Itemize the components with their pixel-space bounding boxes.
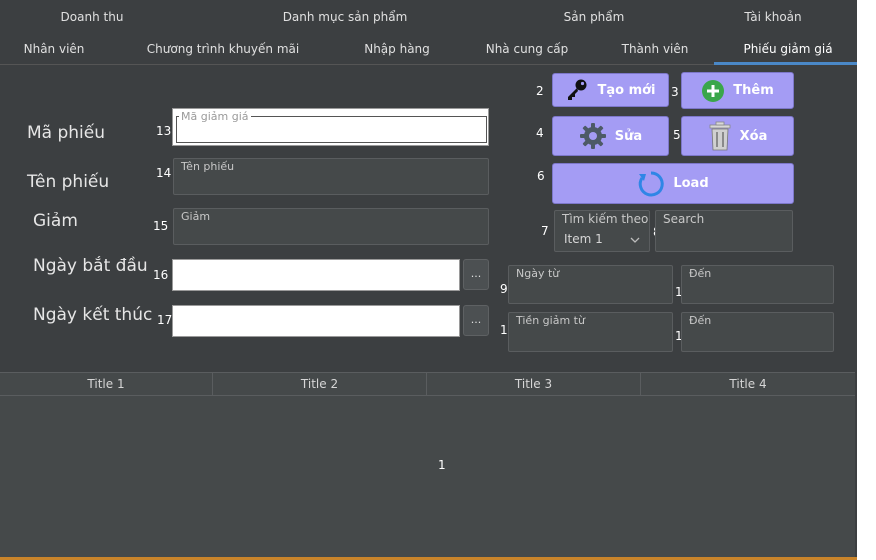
table-body[interactable]: 1 — [0, 396, 855, 560]
ten-phieu-caption: Tên phiếu — [181, 160, 235, 173]
index-6: 6 — [537, 169, 545, 183]
tien-giam-tu-field[interactable]: Tiền giảm từ — [508, 312, 673, 352]
tab-nhan-vien[interactable]: Nhân viên — [14, 42, 94, 56]
search-by-combobox[interactable]: Tìm kiếm theo Item 1 — [554, 210, 650, 252]
tab-san-pham[interactable]: Sản phẩm — [549, 10, 639, 24]
index-3: 3 — [671, 85, 679, 99]
tab-chuong-trinh-khuyen-mai[interactable]: Chương trình khuyến mãi — [138, 42, 308, 56]
tien-den-caption: Đến — [689, 314, 712, 327]
search-caption: Search — [663, 212, 705, 226]
search-by-value: Item 1 — [564, 232, 603, 246]
index-14: 14 — [156, 166, 172, 180]
search-field[interactable]: Search — [655, 210, 793, 252]
ten-phieu-field[interactable]: Tên phiếu — [173, 158, 489, 195]
refresh-icon — [637, 170, 665, 198]
ngay-tu-field[interactable]: Ngày từ — [508, 265, 673, 304]
tao-moi-button[interactable]: Tạo mới — [552, 73, 669, 107]
ngay-ket-thuc-input[interactable] — [172, 305, 460, 337]
gear-icon — [579, 122, 607, 150]
trash-icon — [708, 121, 732, 151]
label-ngay-ket-thuc: Ngày kết thúc — [33, 305, 153, 325]
tab-doanh-thu[interactable]: Doanh thu — [52, 10, 132, 24]
sua-label: Sửa — [614, 128, 643, 144]
chevron-down-icon — [629, 231, 641, 250]
tab-thanh-vien[interactable]: Thành viên — [610, 42, 700, 56]
tab-nha-cung-cap[interactable]: Nhà cung cấp — [477, 42, 577, 56]
plus-circle-icon — [701, 79, 725, 103]
load-label: Load — [673, 176, 709, 191]
ma-phieu-field[interactable]: Mã giảm giá — [172, 108, 489, 146]
column-header-title-3[interactable]: Title 3 — [427, 373, 641, 395]
index-17: 17 — [157, 313, 173, 327]
ngay-den-caption: Đến — [689, 267, 712, 280]
label-ma-phieu: Mã phiếu — [27, 123, 106, 143]
index-16: 16 — [153, 268, 169, 282]
selected-tab-indicator — [714, 62, 857, 65]
ngay-tu-caption: Ngày từ — [516, 267, 560, 280]
app-window: Doanh thu Danh mục sản phẩm Sản phẩm Tài… — [0, 0, 857, 560]
ngay-bat-dau-input[interactable] — [172, 259, 460, 291]
label-ngay-bat-dau: Ngày bắt đầu — [33, 256, 148, 276]
tien-giam-tu-caption: Tiền giảm từ — [516, 314, 585, 327]
load-button[interactable]: Load — [552, 163, 794, 204]
index-7: 7 — [541, 224, 549, 238]
sua-button[interactable]: Sửa — [552, 116, 669, 156]
key-icon — [565, 78, 589, 102]
tab-tai-khoan[interactable]: Tài khoản — [728, 10, 818, 24]
index-9: 9 — [500, 282, 508, 296]
column-header-title-1[interactable]: Title 1 — [0, 373, 213, 395]
ngay-den-field[interactable]: Đến — [681, 265, 834, 304]
them-button[interactable]: Thêm — [681, 72, 794, 109]
index-13: 13 — [156, 124, 172, 138]
them-label: Thêm — [733, 83, 774, 98]
tab-nhap-hang[interactable]: Nhập hàng — [352, 42, 442, 56]
xoa-button[interactable]: Xóa — [681, 116, 794, 156]
tao-moi-label: Tạo mới — [597, 82, 656, 98]
column-header-title-2[interactable]: Title 2 — [213, 373, 427, 395]
giam-caption: Giảm — [181, 210, 211, 223]
tab-danh-muc-san-pham[interactable]: Danh mục sản phẩm — [270, 10, 420, 24]
index-4: 4 — [536, 126, 544, 140]
ma-phieu-caption: Mã giảm giá — [179, 110, 251, 123]
giam-field[interactable]: Giảm — [173, 208, 489, 245]
search-by-caption: Tìm kiếm theo — [562, 212, 649, 226]
xoa-label: Xóa — [739, 128, 768, 144]
tien-den-field[interactable]: Đến — [681, 312, 834, 352]
tab-phieu-giam-gia[interactable]: Phiếu giảm giá — [728, 42, 848, 56]
index-2: 2 — [536, 84, 544, 98]
index-1: 1 — [438, 458, 446, 472]
label-ten-phieu: Tên phiếu — [27, 172, 110, 192]
index-5: 5 — [673, 128, 681, 142]
index-15: 15 — [153, 219, 169, 233]
ngay-bat-dau-picker-button[interactable]: ... — [463, 259, 489, 290]
label-giam: Giảm — [33, 211, 78, 231]
ngay-ket-thuc-picker-button[interactable]: ... — [463, 305, 489, 336]
column-header-title-4[interactable]: Title 4 — [641, 373, 855, 395]
table-header: Title 1 Title 2 Title 3 Title 4 — [0, 372, 855, 396]
